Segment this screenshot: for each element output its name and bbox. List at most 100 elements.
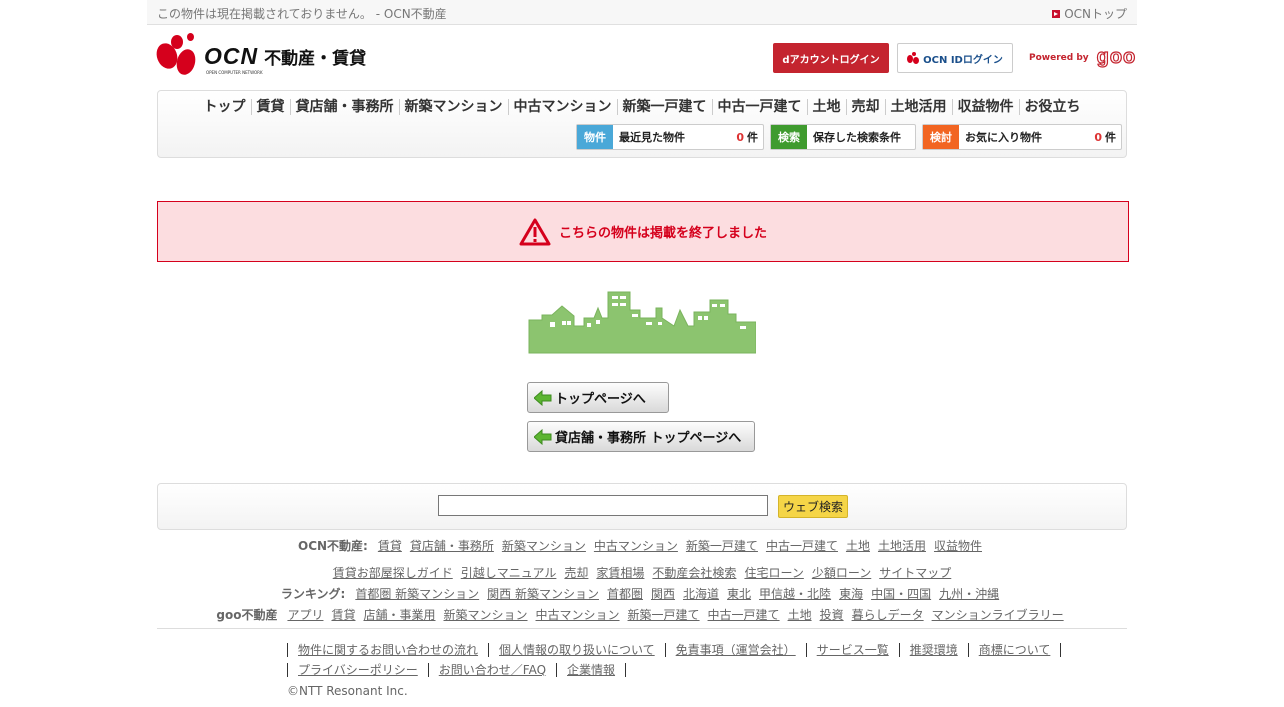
ranking-links: ランキング: 首都圏 新築マンション 関西 新築マンション 首都圏 関西 北海道 東北 甲信越… xyxy=(0,585,1284,602)
footer-link[interactable]: 住宅ローン xyxy=(744,564,803,581)
footer-link[interactable]: 新築マンション xyxy=(444,606,528,623)
counter-unit: 件 xyxy=(1105,131,1116,144)
footer-link[interactable]: 投資 xyxy=(820,606,844,623)
nav-item[interactable]: 中古マンション xyxy=(507,99,617,115)
footer-link[interactable]: 不動産会社検索 xyxy=(652,564,736,581)
history-counter[interactable]: 検索 保存した検索条件 xyxy=(770,124,916,150)
footer-link[interactable]: 暮らしデータ xyxy=(852,606,924,623)
counter-tag: 検討 xyxy=(923,125,959,149)
nav-item[interactable]: 土地活用 xyxy=(884,99,952,115)
footer-link[interactable]: 少額ローン xyxy=(812,564,871,581)
footer-nav-link[interactable]: 個人情報の取り扱いについて xyxy=(488,643,665,657)
nav-item[interactable]: 収益物件 xyxy=(951,99,1019,115)
footer-nav-link[interactable]: プライバシーポリシー xyxy=(287,663,428,677)
footer-nav-link[interactable]: 免責事項（運営会社） xyxy=(664,643,806,657)
powered-by-goo[interactable]: Powered by goo xyxy=(1029,45,1136,69)
nav-item[interactable]: 貸店舗・事務所 xyxy=(289,99,399,115)
footer-link[interactable]: 土地 xyxy=(846,537,870,554)
web-search-input[interactable] xyxy=(438,495,768,516)
footer-link[interactable]: 東海 xyxy=(839,585,863,602)
history-counter[interactable]: 検討 お気に入り物件 0 件 xyxy=(922,124,1122,150)
footer-link[interactable]: 中古一戸建て xyxy=(766,537,838,554)
d-account-login-button[interactable]: dアカウントログイン xyxy=(773,43,889,73)
misc-links: 賃貸お部屋探しガイド 引越しマニュアル 売却 家賃相場 不動産会社検索 住宅ローン 少額ロー… xyxy=(0,564,1284,581)
footer-link[interactable]: 土地 xyxy=(788,606,812,623)
footer-link[interactable]: 収益物件 xyxy=(934,537,982,554)
footer-link[interactable]: 北海道 xyxy=(683,585,719,602)
footer-nav-link[interactable]: サービス一覧 xyxy=(805,643,899,657)
footer-link[interactable]: サイトマップ xyxy=(879,564,951,581)
counter-tag: 物件 xyxy=(577,125,613,149)
top-page-button[interactable]: トップページへ xyxy=(527,382,669,413)
footer-link[interactable]: 九州・沖縄 xyxy=(939,585,999,602)
counter-count: 0 xyxy=(736,130,744,144)
footer-link[interactable]: 中古マンション xyxy=(536,606,620,623)
footer-link[interactable]: 甲信越・北陸 xyxy=(759,585,831,602)
footer-link[interactable]: 新築マンション xyxy=(502,537,586,554)
nav-item[interactable]: 土地 xyxy=(806,99,846,115)
footer-link[interactable]: 店舗・事業用 xyxy=(363,606,435,623)
footer-link[interactable]: 中国・四国 xyxy=(871,585,931,602)
footer-link[interactable]: 首都圏 xyxy=(607,585,643,602)
web-search-button[interactable]: ウェブ検索 xyxy=(778,495,848,518)
footer-nav-link[interactable]: 物件に関するお問い合わせの流れ xyxy=(287,643,488,657)
nav-item[interactable]: 売却 xyxy=(845,99,885,115)
powered-by-label: Powered by xyxy=(1029,52,1089,63)
site-logo[interactable]: OCN OPEN COMPUTER NETWORK 不動産・賃貸 xyxy=(153,33,366,79)
nav-item[interactable]: トップ xyxy=(199,99,251,115)
alert-message: こちらの物件は掲載を終了しました xyxy=(558,226,767,241)
shop-office-top-page-label: 貸店舗・事務所 トップページへ xyxy=(555,431,742,446)
footer-link[interactable]: 中古一戸建て xyxy=(708,606,780,623)
arrow-square-icon xyxy=(1052,9,1061,18)
shop-office-top-page-button[interactable]: 貸店舗・事務所 トップページへ xyxy=(527,421,755,452)
nav-links: トップ 賃貸 貸店舗・事務所 新築マンション 中古マンション 新築一戸建て 中古一戸建て 土地… xyxy=(158,99,1126,115)
footer-nav-link[interactable]: お問い合わせ／FAQ xyxy=(427,663,556,677)
links-heading: goo不動産 xyxy=(216,608,278,622)
nav-item[interactable]: 中古一戸建て xyxy=(711,99,807,115)
counter-tag: 検索 xyxy=(771,125,807,149)
footer-separator xyxy=(625,663,627,677)
footer-link[interactable]: アプリ xyxy=(287,606,323,623)
footer-link[interactable]: マンションライブラリー xyxy=(932,606,1064,623)
footer-link[interactable]: 東北 xyxy=(727,585,751,602)
top-page-label: トップページへ xyxy=(555,392,646,407)
ocn-id-login-button[interactable]: OCN IDログイン xyxy=(897,43,1013,73)
footer-nav-link[interactable]: 推奨環境 xyxy=(898,643,968,657)
footer-links-row1: 物件に関するお問い合わせの流れ 個人情報の取り扱いについて 免責事項（運営会社） サー… xyxy=(287,643,1062,657)
footer-nav-link[interactable]: 企業情報 xyxy=(556,663,625,677)
footer-nav-link[interactable]: 商標について xyxy=(967,643,1061,657)
links-heading: OCN不動産: xyxy=(298,539,368,553)
footer-link[interactable]: 家賃相場 xyxy=(596,564,644,581)
footer-link[interactable]: 引越しマニュアル xyxy=(461,564,557,581)
footer-link[interactable]: 首都圏 新築マンション xyxy=(355,585,479,602)
footer-link[interactable]: 賃貸 xyxy=(378,537,402,554)
nav-item[interactable]: お役立ち xyxy=(1018,99,1086,115)
footer-links-row2: プライバシーポリシー お問い合わせ／FAQ 企業情報 xyxy=(287,663,627,677)
nav-item[interactable]: 新築マンション xyxy=(398,99,508,115)
footer-link[interactable]: 新築一戸建て xyxy=(628,606,700,623)
footer-link[interactable]: 売却 xyxy=(564,564,588,581)
nav-item[interactable]: 賃貸 xyxy=(250,99,290,115)
footer-divider xyxy=(157,628,1127,629)
footer-link[interactable]: 関西 xyxy=(651,585,675,602)
links-heading: ランキング: xyxy=(280,587,346,601)
counter-count: 0 xyxy=(1094,130,1102,144)
logo-subtitle: OPEN COMPUTER NETWORK xyxy=(206,69,263,75)
history-counter[interactable]: 物件 最近見た物件 0 件 xyxy=(576,124,764,150)
listing-ended-alert: こちらの物件は掲載を終了しました xyxy=(157,201,1129,262)
footer-link[interactable]: 賃貸 xyxy=(331,606,355,623)
ocn-top-link[interactable]: OCNトップ xyxy=(1052,5,1127,22)
footer-link[interactable]: 中古マンション xyxy=(594,537,678,554)
nav-item[interactable]: 新築一戸建て xyxy=(616,99,712,115)
footer-link[interactable]: 賃貸お部屋探しガイド xyxy=(333,564,453,581)
warning-icon xyxy=(519,218,551,245)
counter-unit: 件 xyxy=(747,131,758,144)
arrow-left-icon xyxy=(534,428,552,445)
footer-link[interactable]: 貸店舗・事務所 xyxy=(410,537,494,554)
footer-link[interactable]: 新築一戸建て xyxy=(686,537,758,554)
ocn-logo-icon xyxy=(153,33,201,79)
footer-link[interactable]: 土地活用 xyxy=(878,537,926,554)
footer-link[interactable]: 関西 新築マンション xyxy=(487,585,599,602)
ocn-mini-logo-icon xyxy=(907,52,920,64)
web-search-bar: ウェブ検索 xyxy=(157,483,1127,530)
